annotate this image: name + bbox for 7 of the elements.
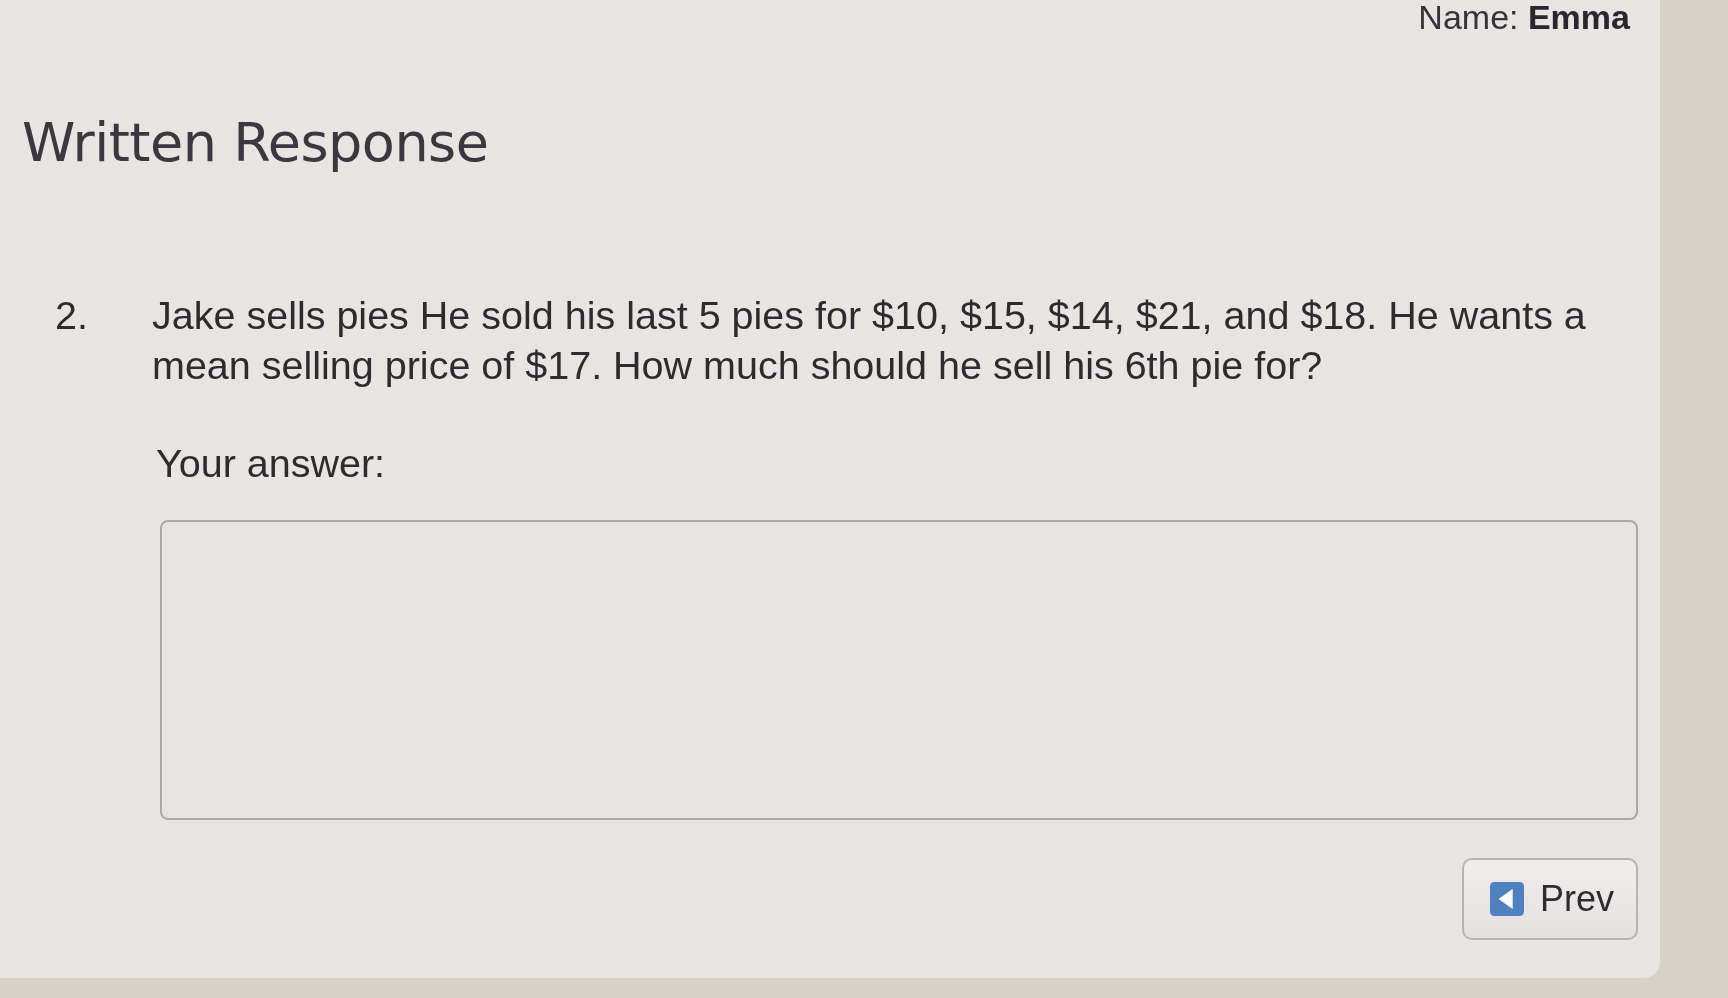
answer-box[interactable]: [160, 520, 1638, 820]
student-name: Name: Emma: [1418, 0, 1630, 38]
question-number: 2.: [55, 292, 89, 339]
prev-button[interactable]: Prev: [1461, 858, 1638, 940]
answer-label: Your answer:: [156, 440, 386, 487]
question-text: Jake sells pies He sold his last 5 pies for $10, $15, $14, $21, and $18. He wants a mean selling price of $17. How much should he sell his 6th pie for?: [152, 292, 1587, 389]
section-title: Written Response: [22, 110, 489, 176]
